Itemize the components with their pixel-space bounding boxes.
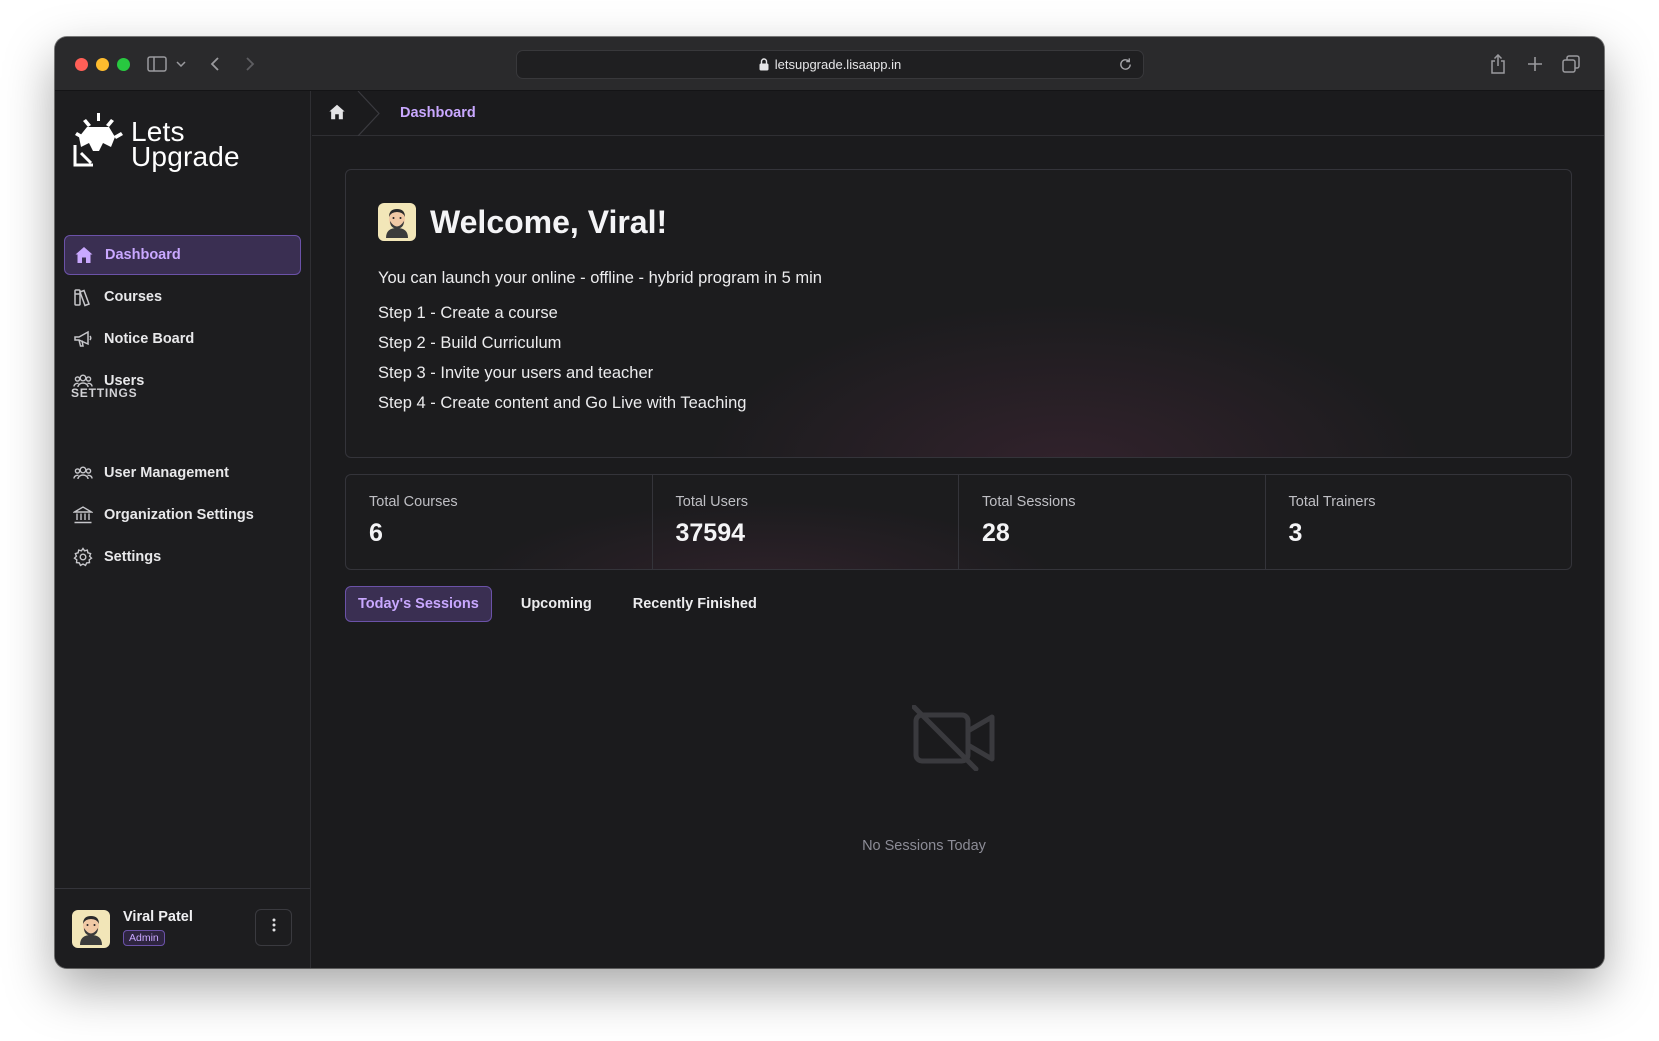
avatar — [378, 203, 416, 241]
step-item: Step 2 - Build Curriculum — [378, 334, 562, 352]
tab-recently-finished[interactable]: Recently Finished — [621, 586, 769, 622]
welcome-card: Welcome, Viral! You can launch your onli… — [345, 169, 1572, 458]
sidebar-item-label: User Management — [104, 465, 229, 481]
sidebar-item-notice-board[interactable]: Notice Board — [64, 319, 301, 359]
stat-value: 6 — [369, 519, 383, 547]
stat-value: 28 — [982, 519, 1010, 547]
users-icon — [72, 462, 94, 484]
address-bar[interactable]: letsupgrade.lisaapp.in — [516, 50, 1144, 79]
user-profile-footer: Viral Patel Admin — [55, 888, 310, 968]
sidebar-item-label: Settings — [104, 549, 162, 565]
bank-icon — [72, 504, 94, 526]
stat-label: Total Sessions — [982, 494, 1076, 510]
stats-panel: Total Courses 6 Total Users 37594 Total … — [345, 474, 1572, 570]
sidebar-item-dashboard[interactable]: Dashboard — [64, 235, 301, 275]
user-menu-button[interactable] — [255, 909, 292, 946]
logo-line-2: Upgrade — [131, 140, 240, 172]
main-content: Dashboard Welcome, Viral! You can launch… — [312, 90, 1604, 968]
stat-total-trainers: Total Trainers 3 — [1266, 475, 1572, 569]
stat-total-users: Total Users 37594 — [653, 475, 959, 569]
sidebar-item-courses[interactable]: Courses — [64, 277, 301, 317]
step-item: Step 1 - Create a course — [378, 304, 558, 322]
welcome-title: Welcome, Viral! — [430, 204, 668, 240]
gear-icon — [72, 546, 94, 568]
sidebar-item-label: Organization Settings — [104, 507, 254, 523]
stat-total-courses: Total Courses 6 — [346, 475, 653, 569]
stat-total-sessions: Total Sessions 28 — [959, 475, 1266, 569]
home-icon[interactable] — [328, 103, 346, 121]
logo-line-1: Lets — [131, 115, 185, 147]
role-badge: Admin — [123, 930, 165, 946]
minimize-window-button[interactable] — [96, 58, 109, 71]
forward-icon[interactable] — [240, 52, 260, 76]
logo-text: Lets Upgrade — [131, 115, 240, 172]
tabs-overview-icon[interactable] — [1560, 52, 1582, 76]
close-window-button[interactable] — [75, 58, 88, 71]
session-tabs: Today's Sessions Upcoming Recently Finis… — [345, 586, 786, 622]
sidebar: Lets Upgrade Dashboard Courses Notice Bo… — [55, 91, 311, 968]
breadcrumb-separator-icon — [357, 90, 381, 141]
logo[interactable]: Lets Upgrade — [71, 113, 240, 174]
maximize-window-button[interactable] — [117, 58, 130, 71]
sidebar-item-settings[interactable]: Settings — [64, 537, 301, 577]
back-icon[interactable] — [205, 52, 225, 76]
breadcrumb: Dashboard — [312, 90, 1604, 137]
megaphone-icon — [72, 328, 94, 350]
avatar[interactable] — [72, 910, 110, 948]
stat-value: 37594 — [675, 519, 746, 547]
empty-state-text: No Sessions Today — [862, 838, 986, 854]
stat-label: Total Courses — [369, 494, 458, 510]
stat-label: Total Trainers — [1288, 494, 1376, 510]
chevron-down-icon[interactable] — [174, 52, 188, 76]
reload-icon[interactable] — [1118, 57, 1133, 72]
settings-section-label: SETTINGS — [71, 386, 138, 400]
step-item: Step 4 - Create content and Go Live with… — [378, 394, 747, 412]
tab-upcoming[interactable]: Upcoming — [509, 586, 604, 622]
more-vertical-icon — [272, 918, 276, 937]
sidebar-item-user-management[interactable]: User Management — [64, 453, 301, 493]
browser-window: letsupgrade.lisaapp.in Lets Upgrade Dash… — [55, 37, 1604, 968]
user-name: Viral Patel — [123, 909, 193, 925]
video-off-icon — [911, 704, 998, 776]
sidebar-toggle-icon[interactable] — [146, 52, 168, 76]
home-icon — [73, 244, 95, 266]
welcome-intro: You can launch your online - offline - h… — [378, 269, 822, 287]
logo-mark-icon — [71, 113, 125, 174]
sidebar-item-label: Notice Board — [104, 331, 195, 347]
browser-toolbar: letsupgrade.lisaapp.in — [55, 37, 1604, 91]
book-icon — [72, 286, 94, 308]
share-icon[interactable] — [1488, 52, 1508, 76]
tab-todays-sessions[interactable]: Today's Sessions — [345, 586, 492, 622]
step-item: Step 3 - Invite your users and teacher — [378, 364, 654, 382]
lock-icon — [759, 58, 769, 71]
breadcrumb-current[interactable]: Dashboard — [400, 105, 476, 121]
sidebar-item-label: Courses — [104, 289, 163, 305]
new-tab-icon[interactable] — [1525, 52, 1545, 76]
sidebar-item-organization-settings[interactable]: Organization Settings — [64, 495, 301, 535]
url-text: letsupgrade.lisaapp.in — [774, 57, 902, 72]
stat-value: 3 — [1288, 519, 1303, 547]
sidebar-item-label: Dashboard — [105, 247, 181, 263]
stat-label: Total Users — [675, 494, 749, 510]
